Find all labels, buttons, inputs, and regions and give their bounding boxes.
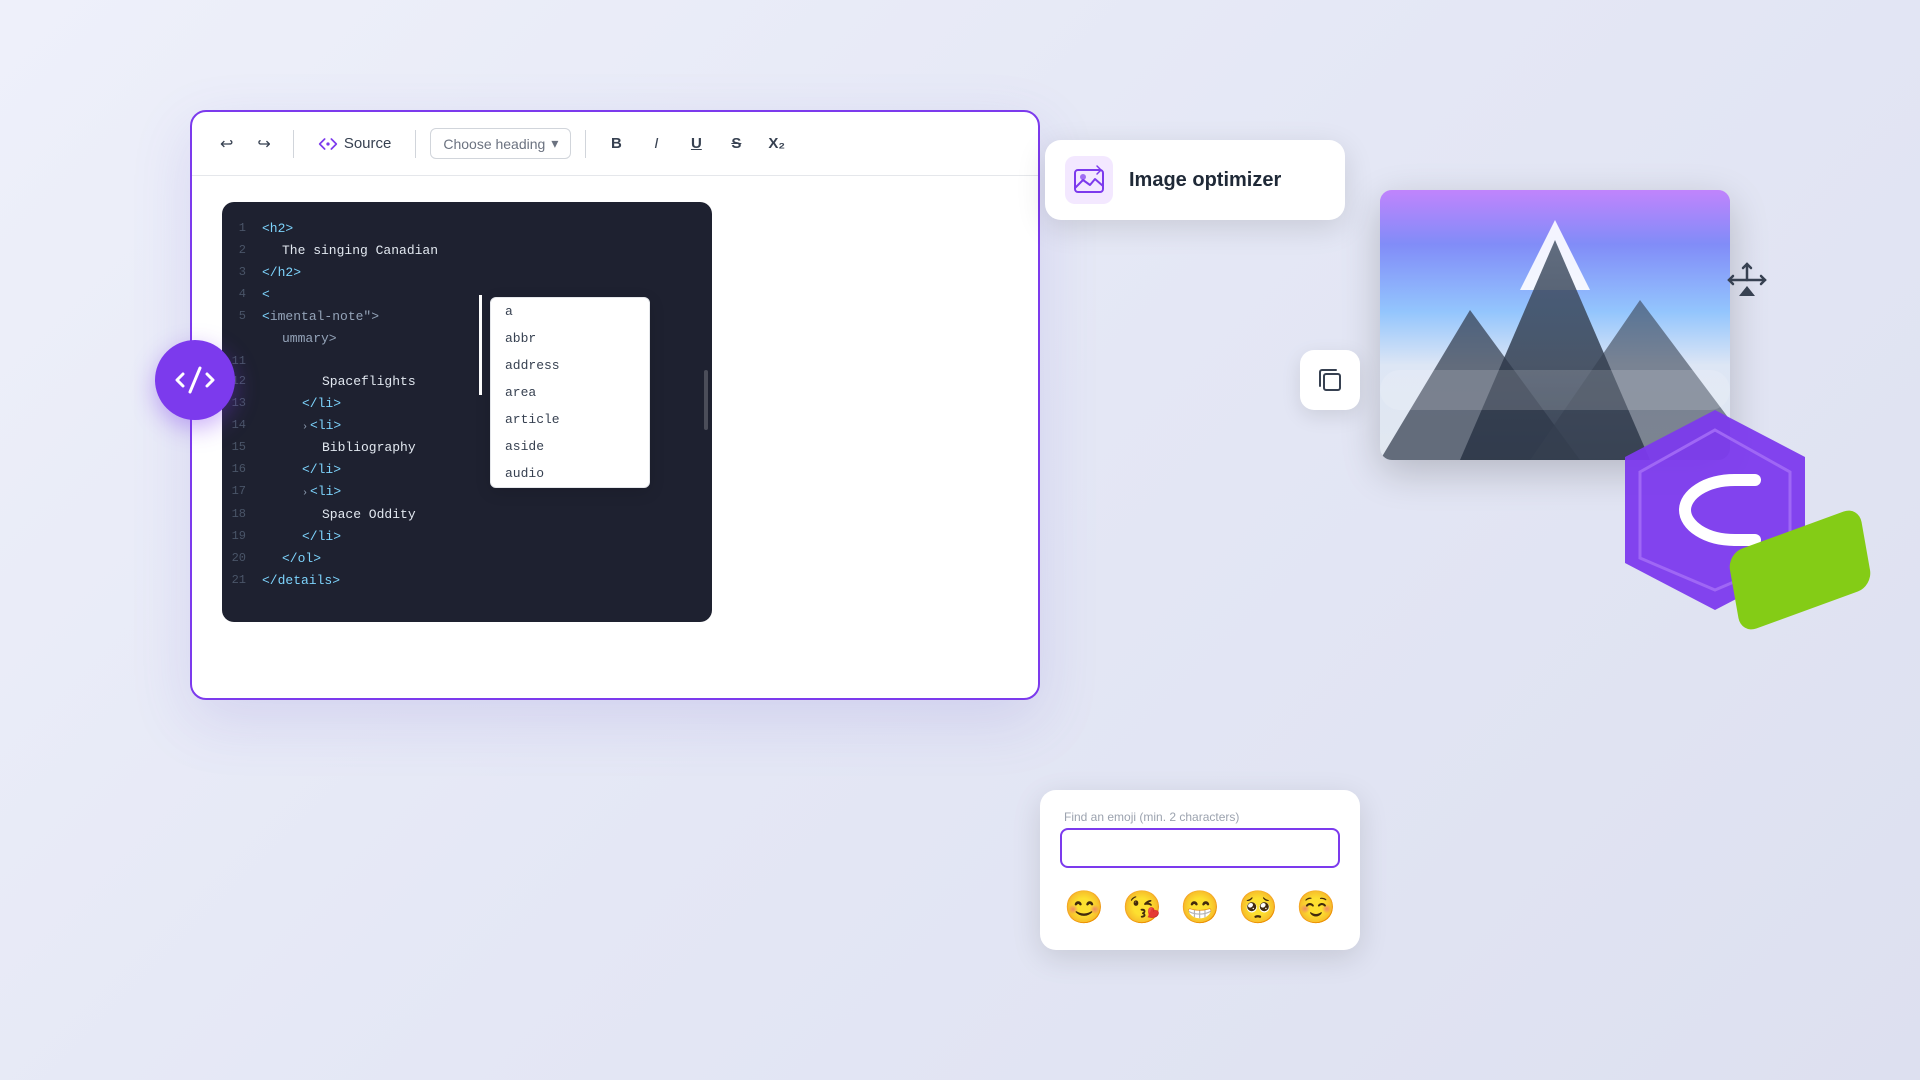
emoji-item-4[interactable]: 🥺 (1234, 884, 1282, 930)
optimizer-icon (1065, 156, 1113, 204)
italic-label: I (654, 135, 658, 152)
strikethrough-label: S (731, 135, 741, 152)
emoji-item-5[interactable]: ☺️ (1292, 884, 1340, 930)
emoji-item-3[interactable]: 😁 (1176, 884, 1224, 930)
toolbar: ↩ ↪ Source Choose heading ▾ B I U (192, 112, 1038, 176)
emoji-search-label: Find an emoji (min. 2 characters) (1060, 810, 1340, 824)
chevron-down-icon: ▾ (551, 135, 558, 152)
emoji-row: 😊 😘 😁 🥺 ☺️ (1060, 884, 1340, 930)
code-line-2: 2 The singing Canadian (222, 240, 696, 262)
logo-icon (175, 360, 215, 400)
undo-icon: ↩ (220, 134, 233, 154)
underline-label: U (691, 135, 702, 152)
autocomplete-item-article[interactable]: article (491, 406, 649, 433)
code-line-20: 20 </ol> (222, 548, 696, 570)
underline-button[interactable]: U (680, 129, 712, 158)
redo-icon: ↪ (257, 134, 270, 154)
code-line-19: 19 </li> (222, 526, 696, 548)
logo-button[interactable] (155, 340, 235, 420)
autocomplete-item-audio[interactable]: audio (491, 460, 649, 487)
autocomplete-item-abbr[interactable]: abbr (491, 325, 649, 352)
autocomplete-item-area[interactable]: area (491, 379, 649, 406)
code-line-3: 3 </h2> (222, 262, 696, 284)
image-optimizer-card: Image optimizer (1045, 140, 1345, 220)
code-line-18: 18 Space Oddity (222, 504, 696, 526)
strikethrough-button[interactable]: S (720, 129, 752, 158)
scroll-indicator (704, 370, 708, 430)
autocomplete-item-aside[interactable]: aside (491, 433, 649, 460)
bold-button[interactable]: B (600, 129, 632, 158)
code-line-1: 1 <h2> (222, 218, 696, 240)
cursor (479, 295, 482, 395)
copy-button[interactable] (1300, 350, 1360, 410)
resize-icon (1725, 258, 1769, 302)
autocomplete-item-address[interactable]: address (491, 352, 649, 379)
resize-control[interactable] (1722, 255, 1772, 305)
heading-dropdown[interactable]: Choose heading ▾ (430, 128, 571, 159)
emoji-picker-card: Find an emoji (min. 2 characters) 🔍 😊 😘 … (1040, 790, 1360, 950)
autocomplete-item-a[interactable]: a (491, 298, 649, 325)
divider-2 (415, 130, 416, 158)
subscript-label: X₂ (768, 135, 785, 152)
undo-button[interactable]: ↩ (212, 128, 241, 160)
redo-button[interactable]: ↪ (249, 128, 278, 160)
source-label: Source (344, 135, 392, 152)
autocomplete-dropdown: a abbr address area article aside audio (490, 297, 650, 488)
editor-card: ↩ ↪ Source Choose heading ▾ B I U (190, 110, 1040, 700)
divider-3 (585, 130, 586, 158)
source-button[interactable]: Source (308, 128, 402, 160)
subscript-button[interactable]: X₂ (760, 129, 793, 158)
copy-icon (1316, 366, 1344, 394)
code-line-21: 21 </details> (222, 570, 696, 592)
heading-label: Choose heading (443, 136, 545, 152)
emoji-item-1[interactable]: 😊 (1060, 884, 1108, 930)
source-icon (318, 134, 338, 154)
emoji-item-2[interactable]: 😘 (1118, 884, 1166, 930)
optimizer-title: Image optimizer (1129, 169, 1281, 192)
divider-1 (293, 130, 294, 158)
bold-label: B (611, 135, 622, 152)
italic-button[interactable]: I (640, 129, 672, 158)
search-input-wrapper: 🔍 (1060, 828, 1340, 868)
emoji-search-input[interactable] (1060, 828, 1340, 868)
